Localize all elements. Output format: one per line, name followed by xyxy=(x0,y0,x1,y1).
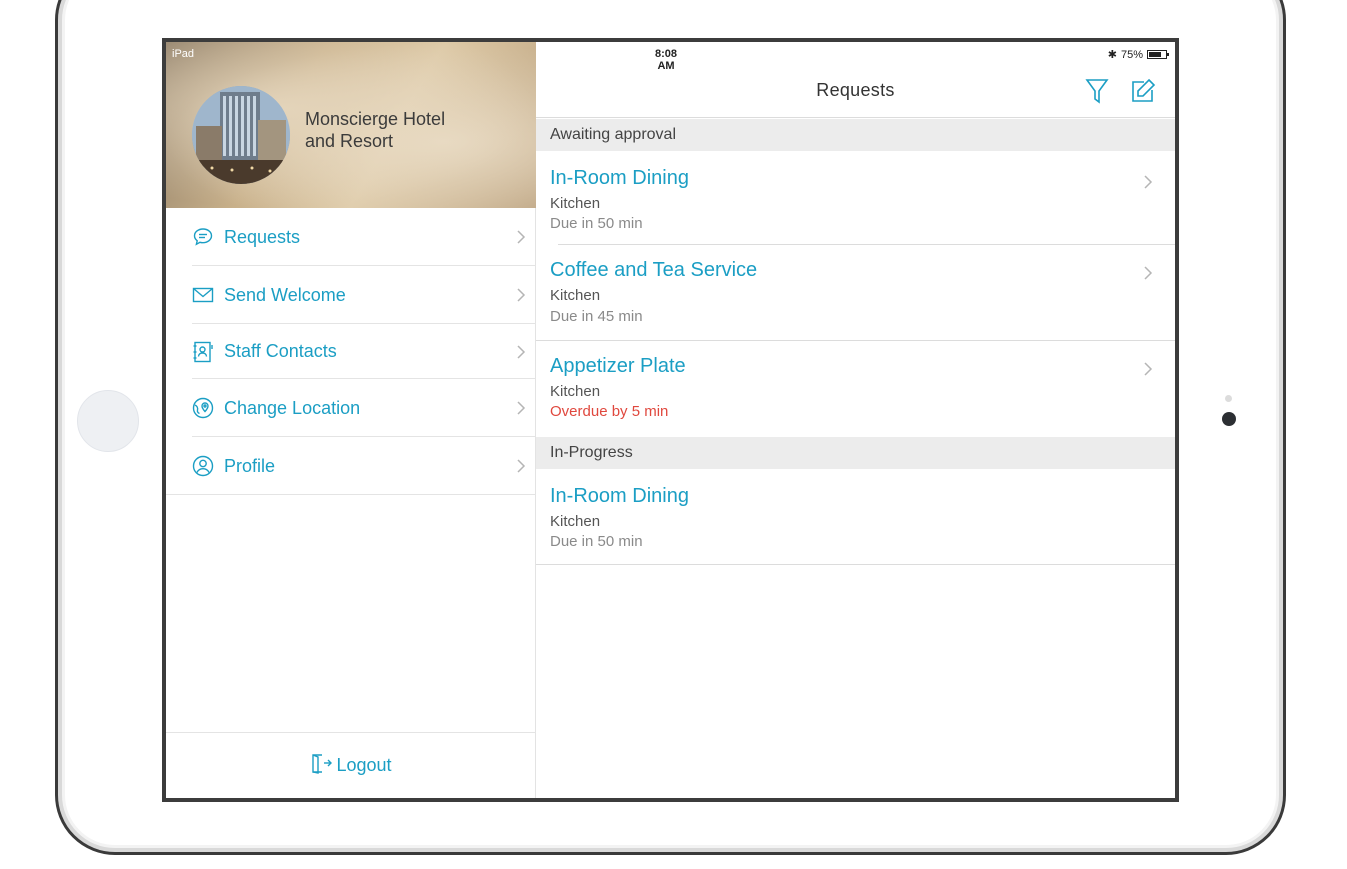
user-circle-icon xyxy=(192,455,214,477)
logout-icon xyxy=(310,752,333,779)
sidebar: Monscierge Hotel and Resort iPad Request… xyxy=(166,42,536,798)
request-title: Appetizer Plate xyxy=(550,355,686,377)
chevron-right-icon xyxy=(517,230,526,244)
requests-panel: 8:08 AM ✱ 75% Requests Awaiting approval xyxy=(536,42,1175,798)
request-item[interactable]: In-Room Dining Kitchen Due in 50 min xyxy=(536,469,1175,565)
compose-button[interactable] xyxy=(1128,76,1158,106)
battery-icon xyxy=(1147,50,1169,59)
chevron-right-icon xyxy=(517,401,526,415)
filter-button[interactable] xyxy=(1082,76,1112,106)
request-title: In-Room Dining xyxy=(550,167,689,189)
chevron-right-icon xyxy=(1144,175,1153,189)
device-label: iPad xyxy=(172,48,195,60)
request-due: Due in 45 min xyxy=(550,308,643,325)
chevron-right-icon xyxy=(517,344,526,359)
chevron-right-icon xyxy=(1144,266,1153,280)
logout-label: Logout xyxy=(336,755,392,775)
request-title: Coffee and Tea Service xyxy=(550,259,758,281)
compose-icon xyxy=(1132,78,1156,102)
chevron-right-icon xyxy=(517,288,526,302)
request-due: Due in 50 min xyxy=(550,533,643,550)
battery-percent: 75% xyxy=(1120,48,1143,61)
request-department: Kitchen xyxy=(550,513,601,530)
navbar: Requests xyxy=(536,62,1175,118)
status-bar: 8:08 AM ✱ 75% xyxy=(536,42,1175,72)
chevron-right-icon xyxy=(517,459,526,473)
ipad-screen: Monscierge Hotel and Resort iPad Request… xyxy=(162,38,1179,802)
request-item[interactable]: Coffee and Tea Service Kitchen Due in 45… xyxy=(536,245,1175,341)
home-button[interactable] xyxy=(77,390,139,452)
hotel-avatar xyxy=(192,86,290,184)
sidebar-item-send-welcome[interactable]: Send Welcome xyxy=(166,266,536,324)
sidebar-item-label: Requests xyxy=(224,226,301,247)
status-right: ✱ 75% xyxy=(1107,48,1169,61)
sidebar-item-label: Send Welcome xyxy=(224,284,346,305)
sidebar-item-label: Change Location xyxy=(224,397,361,418)
envelope-icon xyxy=(192,284,214,306)
request-department: Kitchen xyxy=(550,287,601,304)
logout-button[interactable]: Logout xyxy=(166,732,536,798)
chat-bubble-icon xyxy=(192,226,214,248)
bluetooth-icon: ✱ xyxy=(1107,49,1117,61)
request-item[interactable]: In-Room Dining Kitchen Due in 50 min xyxy=(536,151,1175,245)
sidebar-item-label: Staff Contacts xyxy=(224,341,337,361)
status-time: 8:08 AM xyxy=(654,48,678,72)
request-overdue: Overdue by 5 min xyxy=(550,403,669,420)
camera xyxy=(1222,412,1236,426)
filter-icon xyxy=(1085,79,1109,104)
sidebar-item-requests[interactable]: Requests xyxy=(166,208,536,266)
section-header-awaiting-approval: Awaiting approval xyxy=(536,119,1175,151)
sidebar-item-staff-contacts[interactable]: Staff Contacts xyxy=(166,324,536,379)
page-title: Requests xyxy=(816,80,895,100)
location-pin-icon xyxy=(192,397,214,419)
sidebar-item-label: Profile xyxy=(224,455,276,476)
section-header-in-progress: In-Progress xyxy=(536,437,1175,469)
hotel-name: Monscierge Hotel and Resort xyxy=(305,109,446,151)
request-title: In-Room Dining xyxy=(550,485,689,507)
chevron-right-icon xyxy=(1144,362,1153,376)
sidebar-nav: Requests Send Welcome Staff Contacts Cha… xyxy=(166,208,536,495)
request-department: Kitchen xyxy=(550,195,601,212)
contact-book-icon xyxy=(192,341,214,363)
request-item[interactable]: Appetizer Plate Kitchen Overdue by 5 min xyxy=(536,341,1175,436)
sidebar-hero: Monscierge Hotel and Resort xyxy=(166,42,536,208)
request-due: Due in 50 min xyxy=(550,215,643,232)
request-department: Kitchen xyxy=(550,383,601,400)
sensor-dot xyxy=(1225,395,1232,402)
sidebar-item-profile[interactable]: Profile xyxy=(166,437,536,495)
sidebar-item-change-location[interactable]: Change Location xyxy=(166,379,536,437)
